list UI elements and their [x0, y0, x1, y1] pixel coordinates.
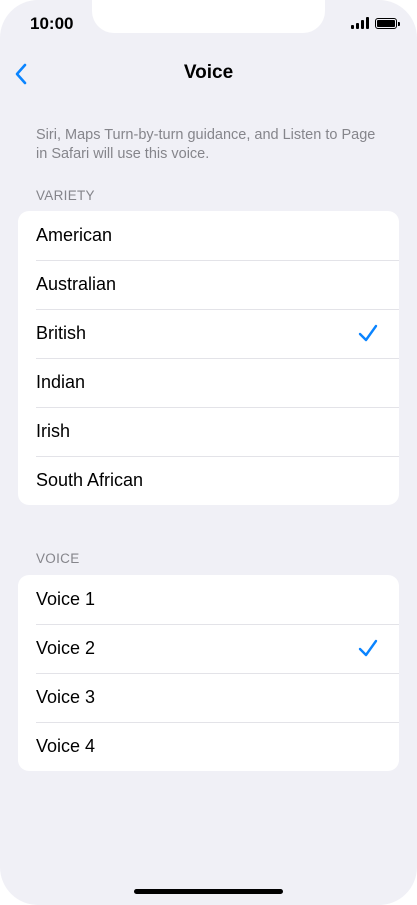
- voice-item-4[interactable]: Voice 4: [18, 722, 399, 771]
- voice-item-label: Voice 1: [36, 589, 96, 609]
- battery-icon: [375, 17, 400, 29]
- checkmark-icon: [358, 639, 378, 657]
- variety-item-label: Irish: [36, 421, 71, 441]
- page-title: Voice: [183, 62, 234, 83]
- status-icons: [351, 17, 400, 29]
- variety-item-label: British: [36, 323, 87, 343]
- variety-item-australian[interactable]: Australian: [18, 260, 399, 309]
- variety-list: American Australian British Indian Irish…: [18, 211, 399, 505]
- device-notch: [92, 0, 325, 33]
- status-time: 10:00: [30, 14, 74, 33]
- variety-item-indian[interactable]: Indian: [18, 358, 399, 407]
- phone-screen: 10:00 Voice Siri, Maps Turn-by-turn guid…: [0, 0, 417, 905]
- voice-item-1[interactable]: Voice 1: [18, 575, 399, 624]
- variety-item-label: Australian: [36, 274, 117, 294]
- navigation-bar: Voice: [0, 55, 417, 93]
- battery-fill: [377, 19, 395, 27]
- variety-section-header: VARIETY: [36, 188, 95, 203]
- voice-item-3[interactable]: Voice 3: [18, 673, 399, 722]
- variety-item-american[interactable]: American: [18, 211, 399, 260]
- voice-item-label: Voice 4: [36, 736, 96, 756]
- voice-list: Voice 1 Voice 2 Voice 3 Voice 4: [18, 575, 399, 771]
- voice-description: Siri, Maps Turn-by-turn guidance, and Li…: [36, 127, 376, 162]
- cellular-signal-icon: [351, 17, 369, 29]
- voice-item-label: Voice 3: [36, 687, 96, 707]
- variety-item-label: South African: [36, 470, 144, 490]
- variety-item-british[interactable]: British: [18, 309, 399, 358]
- checkmark-icon: [358, 324, 378, 342]
- variety-item-label: Indian: [36, 372, 86, 392]
- variety-item-irish[interactable]: Irish: [18, 407, 399, 456]
- voice-item-label: Voice 2: [36, 638, 96, 658]
- voice-section-header: VOICE: [36, 551, 80, 566]
- home-indicator[interactable]: [134, 889, 283, 894]
- battery-cap: [398, 21, 400, 26]
- voice-item-2[interactable]: Voice 2: [18, 624, 399, 673]
- variety-item-south-african[interactable]: South African: [18, 456, 399, 505]
- variety-item-label: American: [36, 225, 113, 245]
